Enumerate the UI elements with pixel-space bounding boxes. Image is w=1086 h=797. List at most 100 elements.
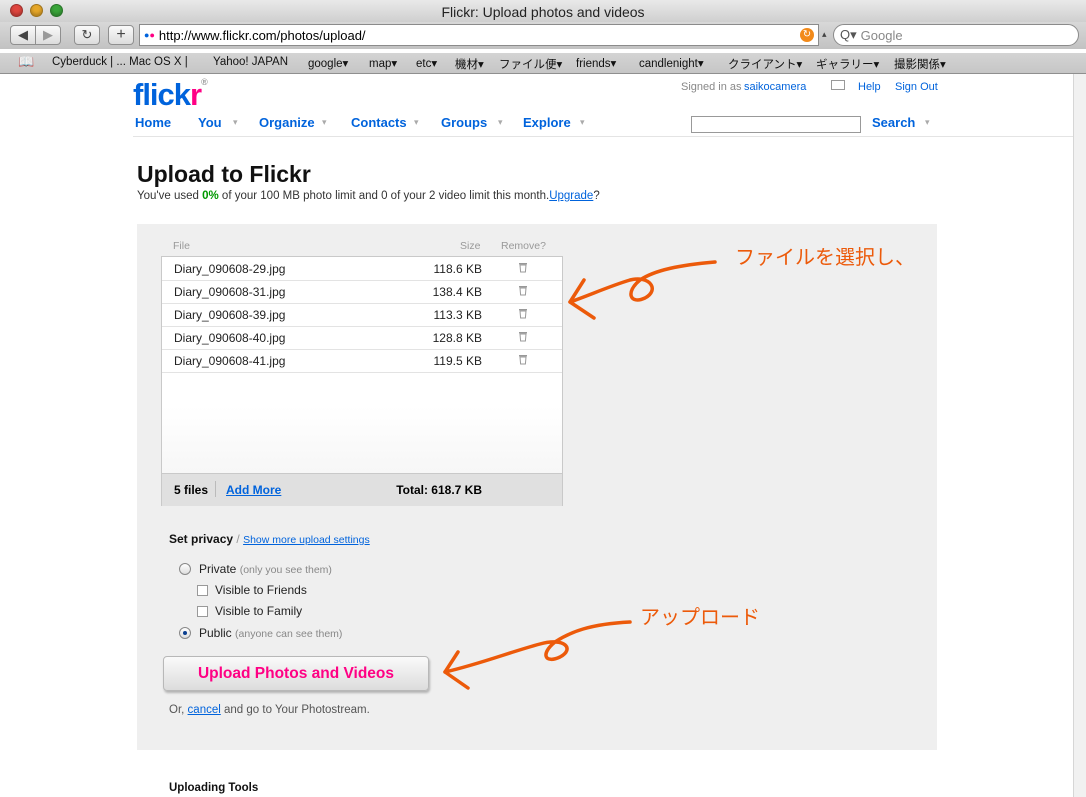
- forward-arrow-icon: ▶: [43, 27, 53, 42]
- privacy-title: Set privacy: [169, 532, 234, 546]
- add-more-link[interactable]: Add More: [226, 483, 281, 497]
- upload-photos-button[interactable]: Upload Photos and Videos: [163, 656, 429, 691]
- add-bookmark-button[interactable]: +: [108, 25, 134, 45]
- private-option[interactable]: Private (only you see them): [199, 562, 332, 576]
- bookmark-item[interactable]: friends▾: [576, 56, 616, 70]
- annotation-arrow-upload-icon: [443, 620, 632, 690]
- address-bar[interactable]: ●● http://www.flickr.com/photos/upload/ …: [139, 24, 819, 46]
- nav-contacts[interactable]: Contacts: [351, 115, 407, 130]
- bookmark-item[interactable]: 撮影関係▾: [894, 56, 946, 72]
- annotation-arrow-files-icon: [568, 260, 717, 320]
- back-arrow-icon: ◀: [18, 27, 28, 42]
- chevron-down-icon[interactable]: ▾: [322, 117, 327, 128]
- flickr-logo[interactable]: flickr®: [133, 77, 208, 113]
- friends-checkbox[interactable]: [197, 585, 208, 596]
- column-header-file: File: [173, 240, 190, 252]
- trash-icon[interactable]: [518, 262, 528, 273]
- uploading-tools-heading: Uploading Tools: [169, 782, 259, 794]
- header-divider: [133, 136, 1086, 137]
- chevron-down-icon[interactable]: ▾: [498, 117, 503, 128]
- nav-home[interactable]: Home: [135, 115, 171, 130]
- chevron-down-icon[interactable]: ▾: [233, 117, 238, 128]
- public-radio[interactable]: [179, 627, 191, 639]
- footer-divider: [215, 481, 216, 497]
- nav-groups[interactable]: Groups: [441, 115, 487, 130]
- signed-in-label: Signed in as: [681, 81, 742, 93]
- radio-selected-dot: [183, 631, 187, 635]
- help-link[interactable]: Help: [858, 81, 881, 93]
- trash-icon[interactable]: [518, 331, 528, 342]
- file-name: Diary_090608-40.jpg: [174, 331, 286, 345]
- flickr-favicon-icon: ●●: [144, 30, 155, 40]
- quota-percent: 0%: [202, 190, 219, 202]
- bookmark-item[interactable]: 機材▾: [455, 56, 484, 72]
- public-option[interactable]: Public (anyone can see them): [199, 626, 342, 640]
- forward-button[interactable]: ▶: [35, 25, 61, 45]
- reload-page-icon[interactable]: ↻: [800, 28, 814, 42]
- bookmarks-book-icon[interactable]: 📖: [18, 54, 34, 70]
- magnifier-icon: Q▾: [840, 27, 857, 42]
- quota-end: ?: [593, 190, 600, 202]
- family-checkbox[interactable]: [197, 606, 208, 617]
- trash-icon[interactable]: [518, 285, 528, 296]
- file-name: Diary_090608-39.jpg: [174, 308, 286, 322]
- bookmark-item[interactable]: map▾: [369, 56, 397, 70]
- flickr-search-input[interactable]: [691, 116, 861, 133]
- file-size: 138.4 KB: [432, 285, 482, 299]
- sign-out-link[interactable]: Sign Out: [895, 81, 938, 93]
- file-row: Diary_090608-40.jpg 128.8 KB: [162, 326, 562, 350]
- file-name: Diary_090608-41.jpg: [174, 354, 286, 368]
- friends-label[interactable]: Visible to Friends: [215, 583, 307, 597]
- trash-icon[interactable]: [518, 354, 528, 365]
- bookmark-item[interactable]: ファイル便▾: [499, 56, 562, 72]
- bookmark-item[interactable]: Cyberduck | ... Mac OS X |: [52, 56, 188, 68]
- more-upload-settings-link[interactable]: Show more upload settings: [243, 534, 370, 546]
- quota-text: You've used 0% of your 100 MB photo limi…: [137, 190, 600, 202]
- cancel-link[interactable]: cancel: [188, 704, 221, 716]
- chevron-down-icon[interactable]: ▾: [925, 117, 930, 128]
- cancel-prefix: Or,: [169, 704, 185, 716]
- nav-you[interactable]: You: [198, 115, 222, 130]
- file-size: 113.3 KB: [433, 308, 482, 322]
- file-list: Diary_090608-29.jpg 118.6 KB Diary_09060…: [161, 256, 563, 506]
- chevron-down-icon[interactable]: ▾: [580, 117, 585, 128]
- mail-icon[interactable]: [831, 80, 845, 90]
- privacy-separator: /: [236, 532, 240, 546]
- file-name: Diary_090608-31.jpg: [174, 285, 286, 299]
- bookmark-item[interactable]: etc▾: [416, 56, 437, 70]
- cancel-line: Or, cancel and go to Your Photostream.: [169, 704, 370, 716]
- file-size: 128.8 KB: [432, 331, 482, 345]
- file-row: Diary_090608-31.jpg 138.4 KB: [162, 280, 562, 304]
- upgrade-link[interactable]: Upgrade: [549, 190, 593, 202]
- private-radio[interactable]: [179, 563, 191, 575]
- window-title: Flickr: Upload photos and videos: [441, 4, 645, 20]
- bookmark-item[interactable]: candlenight▾: [639, 56, 704, 70]
- trash-icon[interactable]: [518, 308, 528, 319]
- bookmark-item[interactable]: google▾: [308, 56, 348, 70]
- url-text: http://www.flickr.com/photos/upload/: [158, 27, 366, 43]
- web-search-field[interactable]: Q▾ Google: [833, 24, 1079, 46]
- column-header-remove: Remove?: [501, 240, 546, 252]
- username-link[interactable]: saikocamera: [744, 81, 806, 93]
- bookmark-item[interactable]: ギャラリー▾: [816, 56, 879, 72]
- quota-detail: of your 100 MB photo limit and 0 of your…: [221, 190, 550, 202]
- reload-icon: ↻: [81, 27, 93, 42]
- nav-organize[interactable]: Organize: [259, 115, 315, 130]
- nav-explore[interactable]: Explore: [523, 115, 571, 130]
- file-size: 118.6 KB: [433, 262, 482, 276]
- file-row: Diary_090608-41.jpg 119.5 KB: [162, 349, 562, 373]
- url-dropdown-icon[interactable]: ▴: [822, 29, 827, 40]
- privacy-section: Set privacy / Show more upload settings: [169, 532, 370, 546]
- reload-button[interactable]: ↻: [74, 25, 100, 45]
- quota-prefix: You've used: [137, 190, 199, 202]
- bookmark-item[interactable]: Yahoo! JAPAN: [213, 56, 288, 68]
- page-title: Upload to Flickr: [137, 161, 311, 187]
- search-button[interactable]: Search: [872, 115, 915, 130]
- family-label[interactable]: Visible to Family: [215, 604, 302, 618]
- bookmark-item[interactable]: クライアント▾: [728, 56, 802, 72]
- page-scrollbar[interactable]: [1073, 74, 1086, 797]
- back-button[interactable]: ◀: [10, 25, 36, 45]
- total-size: Total: 618.7 KB: [396, 483, 482, 497]
- private-label: Private: [199, 562, 237, 576]
- chevron-down-icon[interactable]: ▾: [414, 117, 419, 128]
